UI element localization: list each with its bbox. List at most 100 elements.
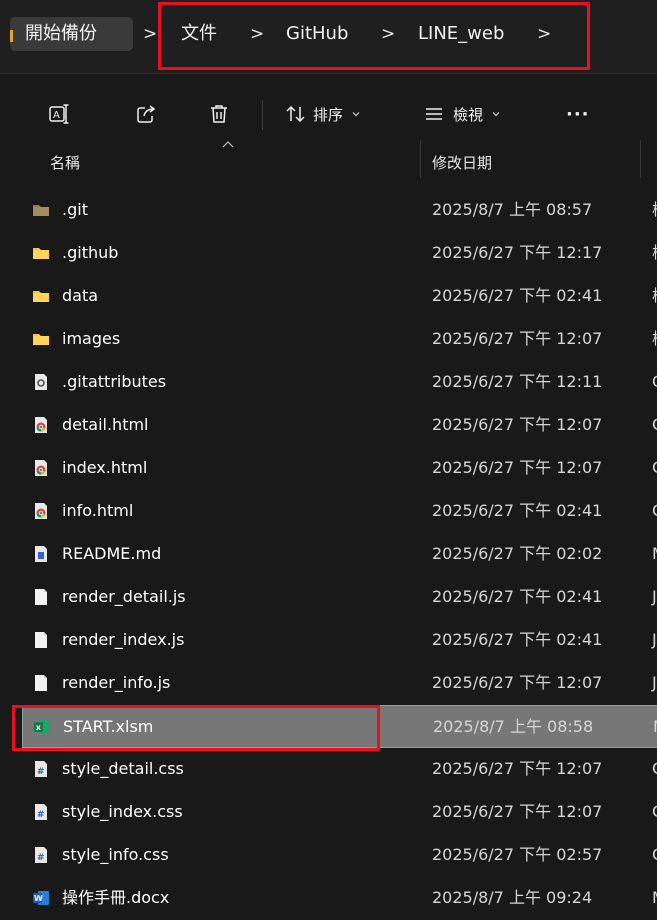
file-name[interactable]: .gitattributes bbox=[62, 372, 166, 392]
file-name[interactable]: render_detail.js bbox=[62, 587, 186, 607]
file-row[interactable]: README.md 2025/6/27 下午 02:02 M bbox=[22, 533, 657, 576]
blank-file-icon bbox=[32, 631, 50, 649]
file-modified-date: 2025/6/27 下午 02:02 bbox=[432, 544, 603, 563]
file-modified-date: 2025/6/27 下午 12:07 bbox=[432, 802, 603, 821]
folder-icon bbox=[32, 287, 50, 305]
file-row[interactable]: render_index.js 2025/6/27 下午 02:41 J bbox=[22, 619, 657, 662]
file-modified-date: 2025/6/27 下午 02:41 bbox=[432, 286, 603, 305]
chrome-html-icon bbox=[32, 502, 50, 520]
file-modified-date: 2025/8/7 上午 09:24 bbox=[432, 888, 593, 907]
sort-button[interactable]: 排序 bbox=[285, 94, 361, 134]
settings-file-icon bbox=[32, 373, 50, 391]
file-name[interactable]: images bbox=[62, 329, 120, 349]
file-type: J bbox=[652, 673, 657, 692]
view-label: 檢視 bbox=[453, 105, 484, 124]
rename-icon: A bbox=[49, 104, 69, 124]
file-modified-date: 2025/6/27 下午 02:41 bbox=[432, 630, 603, 649]
file-row[interactable]: render_info.js 2025/6/27 下午 12:07 J bbox=[22, 662, 657, 705]
file-name[interactable]: render_info.js bbox=[62, 673, 170, 693]
file-type: 檔 bbox=[652, 243, 657, 263]
chrome-html-icon bbox=[32, 459, 50, 477]
view-button[interactable]: 檢視 bbox=[423, 94, 501, 134]
column-header-modified[interactable]: 修改日期 bbox=[432, 152, 492, 173]
file-modified-date: 2025/8/7 上午 08:57 bbox=[432, 200, 593, 219]
highlight-box-path bbox=[158, 2, 590, 70]
blank-file-icon bbox=[32, 674, 50, 692]
folder-icon-dim bbox=[32, 201, 50, 219]
file-row[interactable]: .git 2025/8/7 上午 08:57 檔 bbox=[22, 189, 657, 232]
svg-text:W: W bbox=[34, 894, 43, 903]
file-modified-date: 2025/6/27 下午 12:07 bbox=[432, 673, 603, 692]
column-divider[interactable] bbox=[420, 140, 421, 178]
file-row[interactable]: # style_detail.css 2025/6/27 下午 12:07 C bbox=[22, 748, 657, 791]
file-type: 檔 bbox=[652, 329, 657, 349]
file-row[interactable]: images 2025/6/27 下午 12:07 檔 bbox=[22, 318, 657, 361]
file-type: 檔 bbox=[652, 286, 657, 306]
file-name[interactable]: README.md bbox=[62, 544, 161, 564]
file-row[interactable]: data 2025/6/27 下午 02:41 檔 bbox=[22, 275, 657, 318]
css-file-icon: # bbox=[32, 803, 50, 821]
file-row[interactable]: W 操作手冊.docx 2025/8/7 上午 09:24 M bbox=[22, 877, 657, 920]
file-row[interactable]: # style_index.css 2025/6/27 下午 12:07 C bbox=[22, 791, 657, 834]
file-name[interactable]: detail.html bbox=[62, 415, 149, 435]
file-modified-date: 2025/6/27 下午 12:07 bbox=[432, 458, 603, 477]
file-row[interactable]: .github 2025/6/27 下午 12:17 檔 bbox=[22, 232, 657, 275]
file-modified-date: 2025/6/27 下午 12:07 bbox=[432, 329, 603, 348]
share-button[interactable] bbox=[135, 94, 157, 134]
file-row[interactable]: render_detail.js 2025/6/27 下午 02:41 J bbox=[22, 576, 657, 619]
css-file-icon: # bbox=[32, 846, 50, 864]
delete-button[interactable] bbox=[208, 94, 230, 134]
file-modified-date: 2025/6/27 下午 12:11 bbox=[432, 372, 603, 391]
more-options-button[interactable]: ··· bbox=[566, 94, 590, 134]
sort-ascending-icon bbox=[222, 141, 234, 148]
file-type: C bbox=[652, 759, 657, 779]
word-file-icon: W bbox=[32, 889, 50, 907]
file-row[interactable]: index.html 2025/6/27 下午 12:07 C bbox=[22, 447, 657, 490]
sort-icon bbox=[286, 105, 305, 123]
folder-icon bbox=[32, 330, 50, 348]
file-row[interactable]: # style_info.css 2025/6/27 下午 02:57 C bbox=[22, 834, 657, 877]
file-name[interactable]: 操作手冊.docx bbox=[62, 888, 169, 908]
chevron-right-icon[interactable]: > bbox=[143, 21, 157, 47]
file-type: M bbox=[652, 888, 657, 908]
file-name[interactable]: data bbox=[62, 286, 98, 306]
file-type: C bbox=[652, 845, 657, 865]
file-modified-date: 2025/8/7 上午 08:58 bbox=[433, 717, 594, 736]
file-name[interactable]: .github bbox=[62, 243, 118, 263]
file-type: C bbox=[652, 802, 657, 822]
trash-icon bbox=[211, 105, 227, 123]
breadcrumb-item-backup[interactable]: 開始備份 bbox=[10, 17, 133, 51]
file-name[interactable]: style_detail.css bbox=[62, 759, 184, 779]
file-type: G bbox=[652, 372, 657, 392]
svg-text:#: # bbox=[37, 853, 45, 863]
file-type: M bbox=[652, 544, 657, 564]
column-divider[interactable] bbox=[640, 140, 641, 178]
rename-button[interactable]: A bbox=[48, 94, 70, 134]
file-type: C bbox=[652, 501, 657, 521]
chevron-down-icon bbox=[492, 112, 500, 117]
file-name[interactable]: index.html bbox=[62, 458, 147, 478]
file-type: C bbox=[652, 415, 657, 435]
file-name[interactable]: render_index.js bbox=[62, 630, 184, 650]
file-name[interactable]: .git bbox=[62, 200, 88, 220]
file-name[interactable]: info.html bbox=[62, 501, 133, 521]
share-icon bbox=[137, 105, 156, 123]
chrome-html-icon bbox=[32, 416, 50, 434]
blank-file-icon bbox=[32, 588, 50, 606]
file-row[interactable]: .gitattributes 2025/6/27 下午 12:11 G bbox=[22, 361, 657, 404]
svg-text:#: # bbox=[37, 810, 45, 820]
svg-text:A: A bbox=[53, 110, 60, 121]
file-modified-date: 2025/6/27 下午 12:17 bbox=[432, 243, 603, 262]
file-name[interactable]: style_index.css bbox=[62, 802, 183, 822]
toolbar-divider bbox=[262, 100, 263, 130]
file-row[interactable]: info.html 2025/6/27 下午 02:41 C bbox=[22, 490, 657, 533]
file-type: J bbox=[652, 587, 657, 606]
sort-label: 排序 bbox=[313, 105, 344, 124]
column-header: 名稱 修改日期 bbox=[0, 140, 657, 184]
file-row[interactable]: detail.html 2025/6/27 下午 12:07 C bbox=[22, 404, 657, 447]
chevron-down-icon bbox=[352, 112, 360, 117]
file-modified-date: 2025/6/27 下午 02:41 bbox=[432, 501, 603, 520]
file-name[interactable]: style_info.css bbox=[62, 845, 169, 865]
file-modified-date: 2025/6/27 下午 02:57 bbox=[432, 845, 603, 864]
column-header-name[interactable]: 名稱 bbox=[50, 152, 80, 173]
